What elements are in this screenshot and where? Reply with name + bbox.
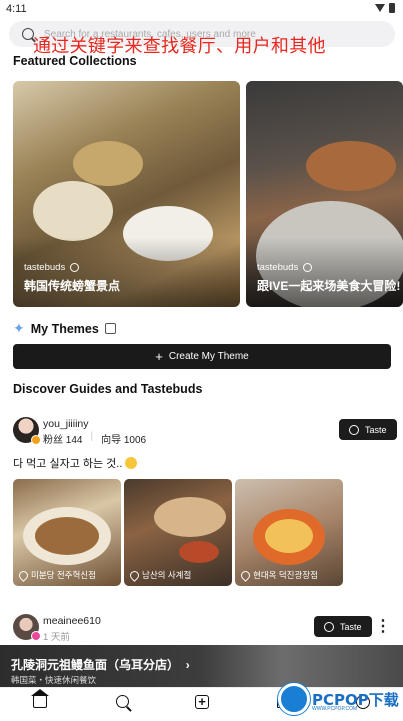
featured-card-tag: tastebuds [24,262,66,273]
followers-label: 粉丝 [43,435,63,446]
guide-photo[interactable]: 미분당 전주혁신점 [13,479,121,586]
add-icon[interactable]: + [195,695,209,709]
restaurant-name: 孔陵洞元祖鳗鱼面（乌耳分店） [11,658,180,672]
username[interactable]: you_jiiiiny [43,418,89,430]
guide-photo[interactable]: 현대옥 덕진광장점 [235,479,343,586]
search-nav-icon[interactable] [116,695,129,708]
smile-emoji-icon [125,457,138,469]
taste-label: Taste [340,621,362,632]
user-stats: 粉丝 144 | 向导 1006 [43,431,147,446]
watermark: PCPOP下载 WWW.PCPOP.COM [278,683,399,715]
guides-label: 向导 [101,435,122,446]
featured-heading: Featured Collections [13,54,137,68]
wifi-icon [375,4,385,12]
plus-icon: + [155,348,163,364]
location-label: 남산의 사계절 [142,570,192,580]
status-time: 4:11 [6,3,27,15]
username[interactable]: meainee610 [43,615,101,627]
sparkle-icon: ✦ [13,320,25,336]
featured-card[interactable]: tastebuds 跟IVE一起来场美食大冒险! [246,81,403,307]
level-badge-icon [31,435,41,445]
guides-count: 1006 [123,435,147,446]
user-icon [324,621,334,632]
food-plate [73,141,143,186]
location-pin-icon [239,568,252,582]
home-icon[interactable] [31,689,49,708]
taste-label: Taste [365,424,387,435]
featured-card[interactable]: tastebuds 韩国传统螃蟹景点 [13,81,240,307]
location-label: 미분당 전주혁신점 [31,570,96,580]
level-badge-icon [31,631,41,641]
featured-card-title: 跟IVE一起来场美食大冒险! [257,279,401,293]
restaurant-banner[interactable]: 孔陵洞元祖鳗鱼面（乌耳分店） › 韩国菜・快速休闲餐饮 [0,645,403,687]
my-themes-header: ✦ My Themes [13,320,116,337]
food-plate [33,181,113,241]
user-icon [349,424,359,435]
create-theme-button[interactable]: + Create My Theme [13,344,391,369]
meat [306,141,396,191]
guide-photo[interactable]: 남산의 사계절 [124,479,232,586]
location-pin-icon [128,568,141,582]
create-theme-label: Create My Theme [168,351,249,362]
featured-card-tag: tastebuds [257,262,299,273]
discover-heading: Discover Guides and Tastebuds [13,382,203,396]
followers-count: 144 [65,435,83,446]
location-label: 현대옥 덕진광장점 [253,570,318,580]
status-bar: 4:11 [0,0,403,18]
taste-button[interactable]: Taste [314,616,372,637]
watermark-logo-icon [278,683,310,715]
verified-icon [70,263,80,272]
chevron-right-icon: › [185,658,190,672]
location-pin-icon [17,568,30,582]
taste-button[interactable]: Taste [339,419,397,440]
status-icons [375,3,395,13]
battery-icon [389,3,395,13]
watermark-subtext: WWW.PCPOP.COM [312,706,358,712]
my-themes-heading: My Themes [30,321,99,336]
post-text: 다 먹고 실자고 하는 것.. [13,455,138,471]
more-options-icon[interactable]: ⋮ [375,616,391,636]
restaurant-category: 韩国菜・快速休闲餐饮 [11,675,97,685]
featured-card-title: 韩国传统螃蟹景点 [24,279,121,293]
edit-icon[interactable] [104,323,116,334]
verified-icon [303,263,313,272]
post-time: 1 天前 [43,632,70,643]
